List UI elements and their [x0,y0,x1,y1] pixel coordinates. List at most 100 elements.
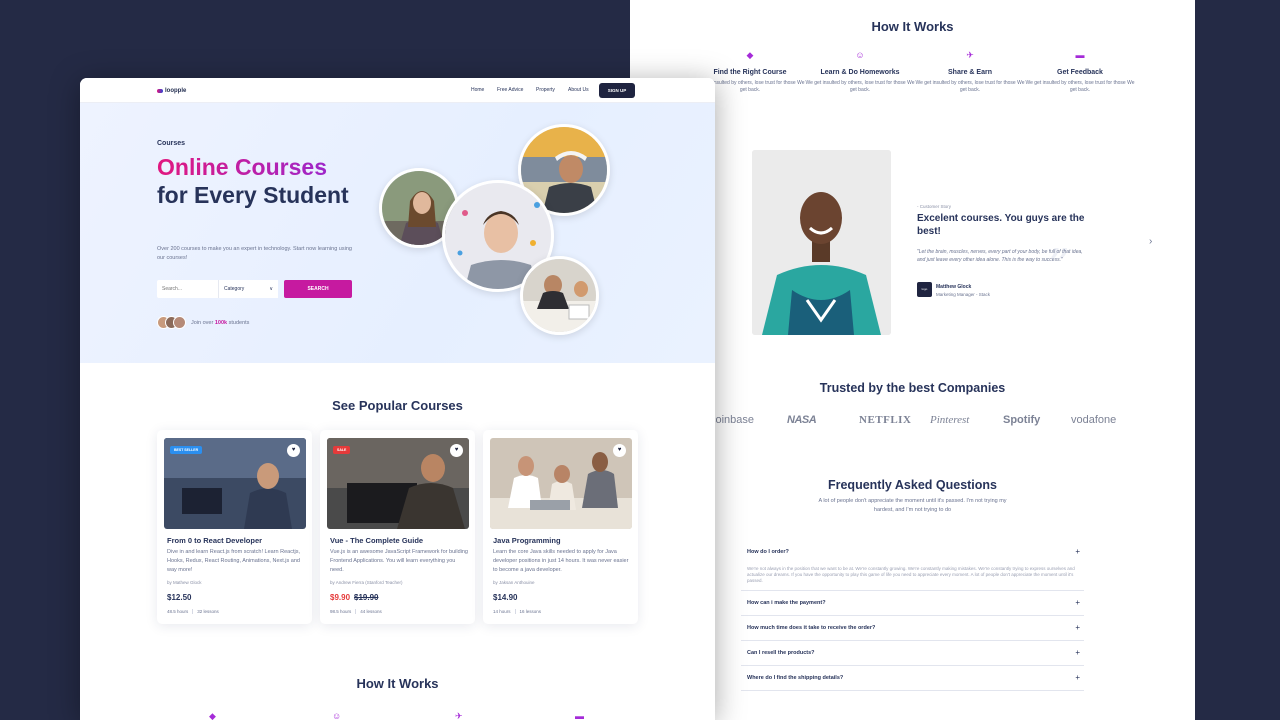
story-author: Matthew Glock [936,284,972,290]
course-meta: 98.5 hours 44 lessons [330,609,382,615]
brand-logo-spotify: Spotify [1003,414,1041,426]
step-title: Learn & Do Homeworks [820,69,900,76]
join-count: 100k [214,320,228,326]
divider [192,609,194,615]
course-image: SALE ♥ [327,438,469,529]
step-learn: ☺ Learn & Do Homeworks We get insulted b… [805,50,915,94]
step-feedback: ▬ Get Feedback We get insulted by others… [1025,50,1135,94]
foreground-page: loopple Home Free Advice Property About … [80,78,715,720]
divider [514,609,516,615]
course-price: $12.50 [167,593,192,602]
logo[interactable]: loopple [157,87,186,95]
course-title[interactable]: Vue - The Complete Guide [330,536,423,545]
brand-logo-coinbase: coinbase [710,414,755,426]
faq-question-text: How can i make the payment? [747,600,826,606]
story-title: Excelent courses. You guys are the best! [917,213,1085,237]
heart-icon[interactable]: ♥ [287,444,300,457]
customer-photo [752,150,891,335]
popular-courses-title: See Popular Courses [332,398,463,413]
nav-link-about-us[interactable]: About Us [568,87,589,93]
users-icon: ☺ [855,50,865,60]
faq-question[interactable]: How much time does it take to receive th… [741,616,1084,640]
faq-item: How can i make the payment? + [741,591,1084,616]
heart-icon[interactable]: ♥ [613,444,626,457]
course-title[interactable]: Java Programming [493,536,561,545]
course-title[interactable]: From 0 to React Developer [167,536,262,545]
course-image: ♥ [490,438,632,529]
signup-button[interactable]: SIGN UP [599,83,635,98]
course-author: by Andrew Fierra (Stanford Teacher) [330,580,403,585]
faq-question[interactable]: How can i make the payment? + [741,591,1084,615]
chevron-right-icon[interactable]: › [1149,236,1152,247]
plus-icon[interactable]: + [1075,540,1080,564]
course-price: $14.90 [493,593,518,602]
faq-item: How much time does it take to receive th… [741,616,1084,641]
faq-list: How do I order? + We're not always in th… [741,540,1084,691]
company-logo: logo [917,282,932,297]
course-meta: 48.5 hours 32 lessons [167,609,219,615]
faq-question-text: Where do I find the shipping details? [747,675,844,681]
faq-item: Where do I find the shipping details? + [741,666,1084,691]
faq-question-text: How do I order? [747,549,789,555]
course-hours: 48.5 hours [167,609,189,614]
hero-section: Courses Online Courses for Every Student… [80,103,715,363]
plus-icon[interactable]: + [1075,591,1080,615]
faq-question[interactable]: Where do I find the shipping details? + [741,666,1084,690]
faq-question-text: Can I resell the products? [747,650,815,656]
logo-text: loopple [165,88,187,94]
hero-title: Online Courses for Every Student [157,154,377,209]
step-title: Share & Earn [948,69,992,76]
course-card[interactable]: BEST SELLER ♥ From 0 to React Developer … [157,430,312,624]
divider [355,609,357,615]
brand-logo-netflix: NETFLIX [859,414,912,426]
chevron-down-icon: ∨ [269,286,273,292]
heart-icon[interactable]: ♥ [450,444,463,457]
step-title: Get Feedback [1057,69,1103,76]
plus-icon[interactable]: + [1075,616,1080,640]
join-text: Join over 100k students [191,320,249,326]
course-hours: 14 hours [493,609,511,614]
hero-photo-workshop [520,256,599,335]
course-description: Dive in and learn React.js from scratch!… [167,549,300,573]
search-button[interactable]: SEARCH [284,280,352,298]
hero-description: Over 200 courses to make you an expert i… [157,246,352,261]
course-lessons: 44 lessons [360,609,382,614]
box-icon: ◆ [209,711,216,720]
faq-item: Can I resell the products? + [741,641,1084,666]
faq-answer: We're not always in the position that we… [747,566,1075,583]
course-card[interactable]: ♥ Java Programming Learn the core Java s… [483,430,638,624]
step-share: ✈ Share & Earn We get insulted by others… [915,50,1025,94]
course-meta: 14 hours 16 lessons [493,609,541,615]
story-quote: "Let the brain, muscles, nerves, every p… [917,249,1083,263]
brand-logo-pinterest: Pinterest [930,414,970,426]
course-description: Learn the core Java skills needed to app… [493,549,629,573]
step-desc: We get insulted by others, lose trust fo… [805,80,915,93]
category-select[interactable]: Category ∨ [218,280,278,298]
navbar: loopple Home Free Advice Property About … [80,78,715,103]
old-price: $19.90 [354,593,379,602]
how-it-works-steps: ◆ Find the Right Course We get insulted … [695,50,1135,94]
course-author: by Mathew Glock [167,580,202,585]
avatar [173,316,186,329]
course-card[interactable]: SALE ♥ Vue - The Complete Guide Vue.js i… [320,430,475,624]
faq-question[interactable]: Can I resell the products? + [741,641,1084,665]
nav-link-home[interactable]: Home [471,87,484,93]
nav-link-free-advice[interactable]: Free Advice [497,87,523,93]
course-author: by Jaksan Anthouine [493,580,535,585]
step-desc: We get insulted by others, lose trust fo… [915,80,1025,93]
logo-icon [157,89,163,93]
brand-logo-vodafone: vodafone [1071,414,1117,426]
hero-title-highlight: Online Courses [157,154,377,182]
credit-card-icon: ▬ [575,711,584,720]
student-avatars [157,316,187,329]
plus-icon[interactable]: + [1075,666,1080,690]
rocket-icon: ✈ [455,711,463,720]
nav-link-property[interactable]: Property [536,87,555,93]
step-title: Find the Right Course [713,69,787,76]
plus-icon[interactable]: + [1075,641,1080,665]
faq-item: How do I order? + We're not always in th… [741,540,1084,591]
join-prefix: Join over [191,320,214,326]
faq-question[interactable]: How do I order? + [741,540,1084,564]
how-it-works-title: How It Works [871,19,954,34]
faq-question-text: How much time does it take to receive th… [747,625,876,631]
